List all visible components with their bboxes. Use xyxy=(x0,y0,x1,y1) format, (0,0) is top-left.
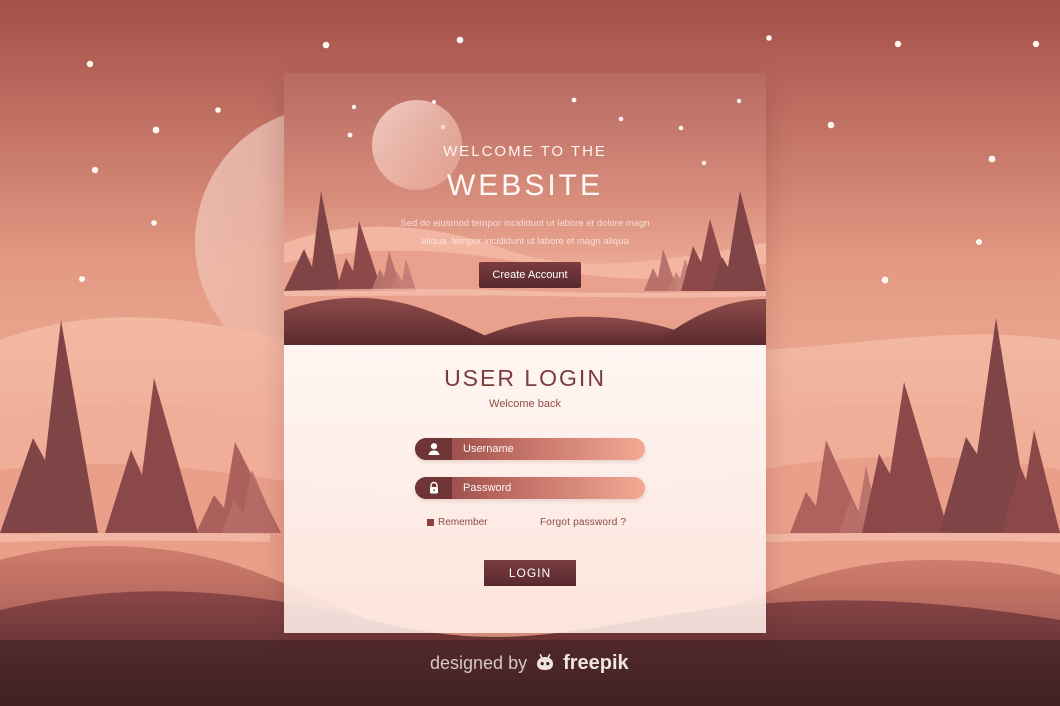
password-input[interactable] xyxy=(463,477,633,499)
lock-icon xyxy=(415,477,452,499)
checkbox-icon xyxy=(427,519,434,526)
card-header: WELCOME TO THE WEBSITE Sed do eiusmod te… xyxy=(284,73,766,345)
user-icon xyxy=(428,443,439,455)
login-button[interactable]: LOGIN xyxy=(484,560,576,586)
remember-label: Remember xyxy=(438,517,488,528)
username-input[interactable] xyxy=(463,438,633,460)
user-icon xyxy=(415,438,452,460)
lock-icon xyxy=(429,481,438,494)
hero-description: Sed do eiusmod tempor incididunt ut labo… xyxy=(400,218,650,247)
login-scene: WELCOME TO THE WEBSITE Sed do eiusmod te… xyxy=(0,0,1060,706)
credit-brand: freepik xyxy=(563,651,629,674)
card-header-illustration xyxy=(284,97,766,345)
remember-checkbox[interactable]: Remember xyxy=(427,517,487,528)
welcome-line-1: WELCOME TO THE xyxy=(443,143,607,160)
designer-credit: designed by freepik xyxy=(430,651,640,675)
freepik-logo-icon xyxy=(537,654,554,670)
welcome-line-2: WEBSITE xyxy=(446,169,603,202)
credit-prefix: designed by xyxy=(430,652,528,673)
page-title: USER LOGIN xyxy=(444,365,606,391)
create-account-button[interactable]: Create Account xyxy=(479,262,581,288)
login-card: WELCOME TO THE WEBSITE Sed do eiusmod te… xyxy=(284,73,766,633)
password-field[interactable] xyxy=(415,477,645,499)
forgot-password-link[interactable]: Forgot password ? xyxy=(540,517,626,528)
page-subtitle: Welcome back xyxy=(489,398,561,410)
username-field[interactable] xyxy=(415,438,645,460)
